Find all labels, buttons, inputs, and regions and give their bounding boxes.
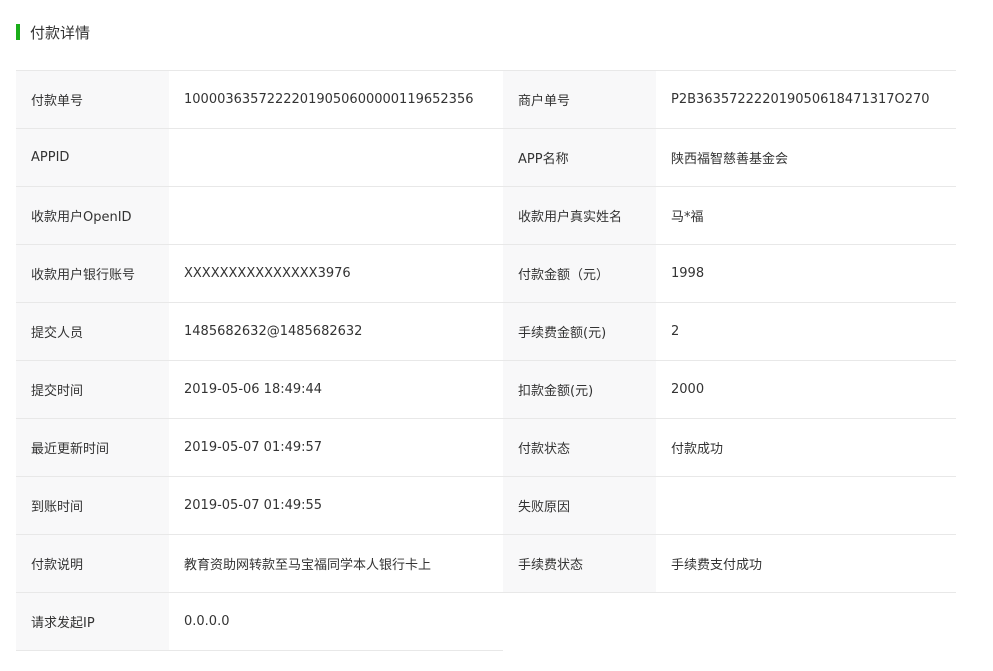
table-row: 到账时间 2019-05-07 01:49:55 失败原因 — [16, 477, 956, 535]
field-label: 付款金额（元） — [503, 245, 656, 302]
field-value — [656, 477, 956, 534]
table-row: 最近更新时间 2019-05-07 01:49:57 付款状态 付款成功 — [16, 419, 956, 477]
field-value: 马*福 — [656, 187, 956, 244]
empty-cell — [656, 593, 956, 650]
field-value: 付款成功 — [656, 419, 956, 476]
field-label: 提交人员 — [16, 303, 169, 360]
field-value: 1998 — [656, 245, 956, 302]
table-row: 收款用户银行账号 XXXXXXXXXXXXXXX3976 付款金额（元） 199… — [16, 245, 956, 303]
field-value: 10000363572222019050600000119652356 — [169, 71, 503, 128]
field-label: 最近更新时间 — [16, 419, 169, 476]
field-label: 付款说明 — [16, 535, 169, 592]
payment-detail-table: 付款单号 10000363572222019050600000119652356… — [16, 70, 956, 651]
section-header: 付款详情 — [16, 22, 90, 42]
field-label: APPID — [16, 129, 169, 186]
field-value: 0.0.0.0 — [169, 593, 503, 651]
field-label: APP名称 — [503, 129, 656, 186]
field-label: 收款用户银行账号 — [16, 245, 169, 302]
field-label: 收款用户真实姓名 — [503, 187, 656, 244]
table-row: 付款说明 教育资助网转款至马宝福同学本人银行卡上 手续费状态 手续费支付成功 — [16, 535, 956, 593]
field-label: 失败原因 — [503, 477, 656, 534]
table-row: APPID APP名称 陕西福智慈善基金会 — [16, 129, 956, 187]
field-label: 请求发起IP — [16, 593, 169, 651]
table-row: 请求发起IP 0.0.0.0 — [16, 593, 956, 651]
field-value: 手续费支付成功 — [656, 535, 956, 592]
field-label: 到账时间 — [16, 477, 169, 534]
page-title: 付款详情 — [30, 23, 91, 42]
field-value: 2000 — [656, 361, 956, 418]
field-value: P2B363572222019050618471317O270 — [656, 71, 956, 128]
table-row: 收款用户OpenID 收款用户真实姓名 马*福 — [16, 187, 956, 245]
field-label: 付款状态 — [503, 419, 656, 476]
field-value: 2019-05-07 01:49:55 — [169, 477, 503, 534]
table-row: 付款单号 10000363572222019050600000119652356… — [16, 71, 956, 129]
field-value: XXXXXXXXXXXXXXX3976 — [169, 245, 503, 302]
payment-detail-page: 付款详情 付款单号 100003635722220190506000001196… — [0, 0, 993, 671]
field-label: 提交时间 — [16, 361, 169, 418]
field-label: 手续费状态 — [503, 535, 656, 592]
field-value: 2019-05-07 01:49:57 — [169, 419, 503, 476]
field-value — [169, 129, 503, 186]
field-value: 教育资助网转款至马宝福同学本人银行卡上 — [169, 535, 503, 592]
field-value: 陕西福智慈善基金会 — [656, 129, 956, 186]
field-label: 付款单号 — [16, 71, 169, 128]
field-label: 商户单号 — [503, 71, 656, 128]
field-label: 收款用户OpenID — [16, 187, 169, 244]
empty-cell — [503, 593, 656, 650]
field-value: 1485682632@1485682632 — [169, 303, 503, 360]
field-value: 2 — [656, 303, 956, 360]
field-label: 扣款金额(元) — [503, 361, 656, 418]
table-row: 提交时间 2019-05-06 18:49:44 扣款金额(元) 2000 — [16, 361, 956, 419]
section-accent-bar — [16, 24, 20, 40]
field-value: 2019-05-06 18:49:44 — [169, 361, 503, 418]
table-row: 提交人员 1485682632@1485682632 手续费金额(元) 2 — [16, 303, 956, 361]
field-value — [169, 187, 503, 244]
field-label: 手续费金额(元) — [503, 303, 656, 360]
